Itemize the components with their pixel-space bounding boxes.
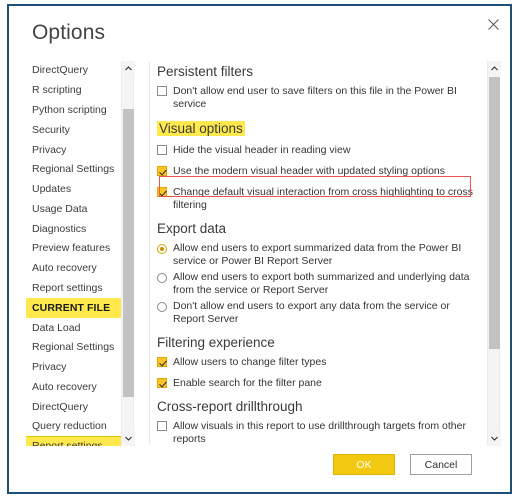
sidebar-item-regional-settings[interactable]: Regional Settings	[26, 338, 134, 358]
sidebar-global-group: DirectQuery R scripting Python scripting Se…	[26, 61, 134, 298]
sidebar-item-directquery[interactable]: DirectQuery	[26, 397, 134, 417]
option-label: Use the modern visual header with update…	[173, 165, 445, 177]
chevron-down-icon[interactable]	[122, 431, 135, 446]
sidebar-item-diagnostics[interactable]: Diagnostics	[26, 219, 134, 239]
dialog-titlebar: Options	[9, 6, 510, 56]
sidebar-group-label-current-file: CURRENT FILE	[26, 298, 134, 319]
sidebar-item-python-scripting[interactable]: Python scripting	[26, 101, 134, 121]
section-heading: Cross-report drillthrough	[157, 399, 303, 414]
checkbox[interactable]	[157, 145, 167, 155]
radio-option-row[interactable]: Allow end users to export both summarize…	[157, 271, 483, 297]
checkbox-option-row[interactable]: Use the modern visual header with update…	[157, 165, 483, 178]
option-label: Enable search for the filter pane	[173, 377, 322, 389]
section-heading: Persistent filters	[157, 64, 254, 79]
sidebar-item-security[interactable]: Security	[26, 120, 134, 140]
sidebar-item-usage-data[interactable]: Usage Data	[26, 199, 134, 219]
sidebar-item-data-load[interactable]: Data Load	[26, 318, 134, 338]
sidebar-item-privacy[interactable]: Privacy	[26, 140, 134, 160]
pane-divider	[149, 62, 150, 444]
radio-button[interactable]	[157, 272, 167, 283]
settings-section: Visual options Hide the visual header in …	[157, 120, 483, 212]
checkbox-option-row[interactable]: Allow visuals in this report to use dril…	[157, 420, 483, 446]
sidebar-item-report-settings[interactable]: Report settings	[26, 279, 134, 299]
section-heading: Filtering experience	[157, 335, 275, 350]
radio-button[interactable]	[157, 243, 167, 254]
checkbox[interactable]	[157, 421, 167, 431]
content-scrollbar-thumb[interactable]	[489, 77, 500, 349]
checkbox-option-row[interactable]: Enable search for the filter pane	[157, 377, 483, 390]
sidebar-scrollbar-thumb[interactable]	[123, 109, 134, 397]
radio-option-row[interactable]: Don't allow end users to export any data…	[157, 300, 483, 326]
settings-section: Persistent filters Don't allow end user t…	[157, 64, 483, 111]
checkbox[interactable]	[157, 378, 167, 388]
sidebar-item-auto-recovery[interactable]: Auto recovery	[26, 259, 134, 279]
close-icon[interactable]	[480, 12, 506, 36]
dialog-footer: OK Cancel	[9, 454, 510, 478]
option-label: Allow users to change filter types	[173, 356, 327, 368]
sidebar-item-updates[interactable]: Updates	[26, 180, 134, 200]
chevron-down-icon[interactable]	[488, 431, 501, 446]
sidebar-item-regional-settings[interactable]: Regional Settings	[26, 160, 134, 180]
checkbox[interactable]	[157, 187, 167, 197]
settings-section: Export data Allow end users to export sum…	[157, 221, 483, 326]
sidebar-item-report-settings[interactable]: Report settings	[26, 436, 134, 446]
sidebar-item-auto-recovery[interactable]: Auto recovery	[26, 378, 134, 398]
settings-section: Filtering experience Allow users to chang…	[157, 335, 483, 390]
sidebar-current-file-group: Data Load Regional Settings Privacy Auto re…	[26, 318, 134, 446]
chevron-up-icon[interactable]	[488, 61, 501, 76]
checkbox[interactable]	[157, 86, 167, 96]
radio-option-row[interactable]: Allow end users to export summarized dat…	[157, 242, 483, 268]
option-label: Don't allow end users to export any data…	[173, 300, 450, 325]
cancel-button[interactable]: Cancel	[410, 454, 472, 475]
section-heading: Visual options	[157, 121, 245, 136]
option-label: Hide the visual header in reading view	[173, 144, 351, 156]
settings-section: Cross-report drillthrough Allow visuals i…	[157, 399, 483, 446]
checkbox-option-row[interactable]: Change default visual interaction from c…	[157, 186, 483, 212]
option-label: Allow visuals in this report to use dril…	[173, 420, 466, 445]
sidebar-item-query-reduction[interactable]: Query reduction	[26, 417, 134, 437]
sidebar-scrollbar[interactable]	[121, 61, 135, 446]
option-label: Don't allow end user to save filters on …	[173, 85, 457, 110]
page-title: Options	[32, 21, 106, 44]
checkbox-option-row[interactable]: Hide the visual header in reading view	[157, 144, 483, 157]
option-label: Change default visual interaction from c…	[173, 186, 473, 211]
sidebar-item-preview-features[interactable]: Preview features	[26, 239, 134, 259]
settings-content-pane: Persistent filters Don't allow end user t…	[157, 64, 483, 446]
sidebar-item-directquery[interactable]: DirectQuery	[26, 61, 134, 81]
checkbox-option-row[interactable]: Allow users to change filter types	[157, 356, 483, 369]
sidebar-nav: DirectQuery R scripting Python scripting Se…	[26, 61, 134, 446]
option-label: Allow end users to export both summarize…	[173, 271, 470, 296]
options-dialog: Options DirectQuery R scripting Python scr…	[7, 4, 512, 494]
sidebar-item-r-scripting[interactable]: R scripting	[26, 81, 134, 101]
chevron-up-icon[interactable]	[122, 61, 135, 76]
sidebar-item-privacy[interactable]: Privacy	[26, 358, 134, 378]
ok-button[interactable]: OK	[333, 454, 395, 475]
checkbox-option-row[interactable]: Don't allow end user to save filters on …	[157, 85, 483, 111]
content-scrollbar[interactable]	[487, 61, 501, 446]
checkbox[interactable]	[157, 166, 167, 176]
radio-button[interactable]	[157, 301, 167, 312]
checkbox[interactable]	[157, 357, 167, 367]
section-heading: Export data	[157, 221, 227, 236]
option-label: Allow end users to export summarized dat…	[173, 242, 462, 267]
